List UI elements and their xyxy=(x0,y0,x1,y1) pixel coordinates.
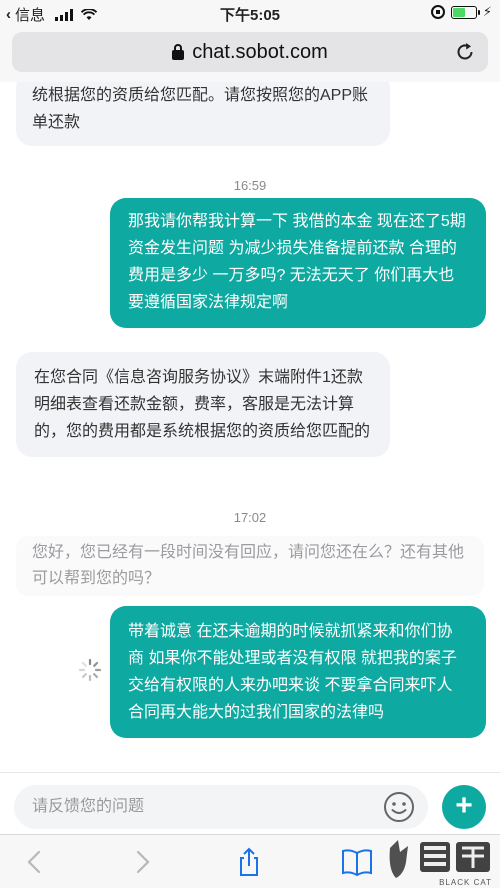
message-input[interactable] xyxy=(14,785,428,829)
plus-icon[interactable]: + xyxy=(442,785,486,829)
share-icon[interactable] xyxy=(234,847,264,877)
address-bar[interactable]: chat.sobot.com xyxy=(12,32,488,72)
status-bar: ‹ 信息 下午5:05 ⚡ xyxy=(0,0,500,26)
inactivity-notice: 您好，您已经有一段时间没有回应，请问您还在么？还有其他可以帮到您的吗？ xyxy=(16,536,484,596)
charging-icon: ⚡ xyxy=(482,4,492,19)
forward-icon[interactable] xyxy=(127,847,157,877)
rotation-lock-icon xyxy=(430,5,445,19)
agent-message: 在您合同《信息咨询服务协议》末端附件1还款明细表查看还款金额，费率，客服是无法计… xyxy=(16,352,390,457)
url-text[interactable]: chat.sobot.com xyxy=(192,41,328,64)
chat-area[interactable]: 统根据您的资质给您匹配。请您按照您的APP账单还款 16:59 那我请你帮我计算… xyxy=(0,82,500,772)
reload-icon[interactable] xyxy=(454,41,476,63)
battery-icon xyxy=(450,5,480,19)
timestamp: 16:59 xyxy=(233,178,267,193)
emoji-icon[interactable] xyxy=(383,791,415,823)
back-icon[interactable] xyxy=(20,847,50,877)
user-message: 带着诚意 在还未逾期的时候就抓紧来和你们协商 如果你不能处理或者没有权限 就把我… xyxy=(110,606,486,738)
lock-icon xyxy=(172,44,185,60)
timestamp: 17:02 xyxy=(233,510,267,525)
status-time: 下午5:05 xyxy=(219,7,281,24)
bookmarks-icon[interactable] xyxy=(340,847,374,877)
user-message: 那我请你帮我计算一下 我借的本金 现在还了5期 资金发生问题 为减少损失准备提前… xyxy=(110,198,486,328)
agent-message: 统根据您的资质给您匹配。请您按照您的APP账单还款 xyxy=(16,82,390,146)
watermark-text: BLACK CAT xyxy=(439,878,492,887)
browser-chrome: chat.sobot.com xyxy=(0,26,500,82)
message-composer: + xyxy=(0,772,500,834)
sending-spinner-icon xyxy=(78,658,102,682)
status-right: ⚡ xyxy=(430,4,492,20)
